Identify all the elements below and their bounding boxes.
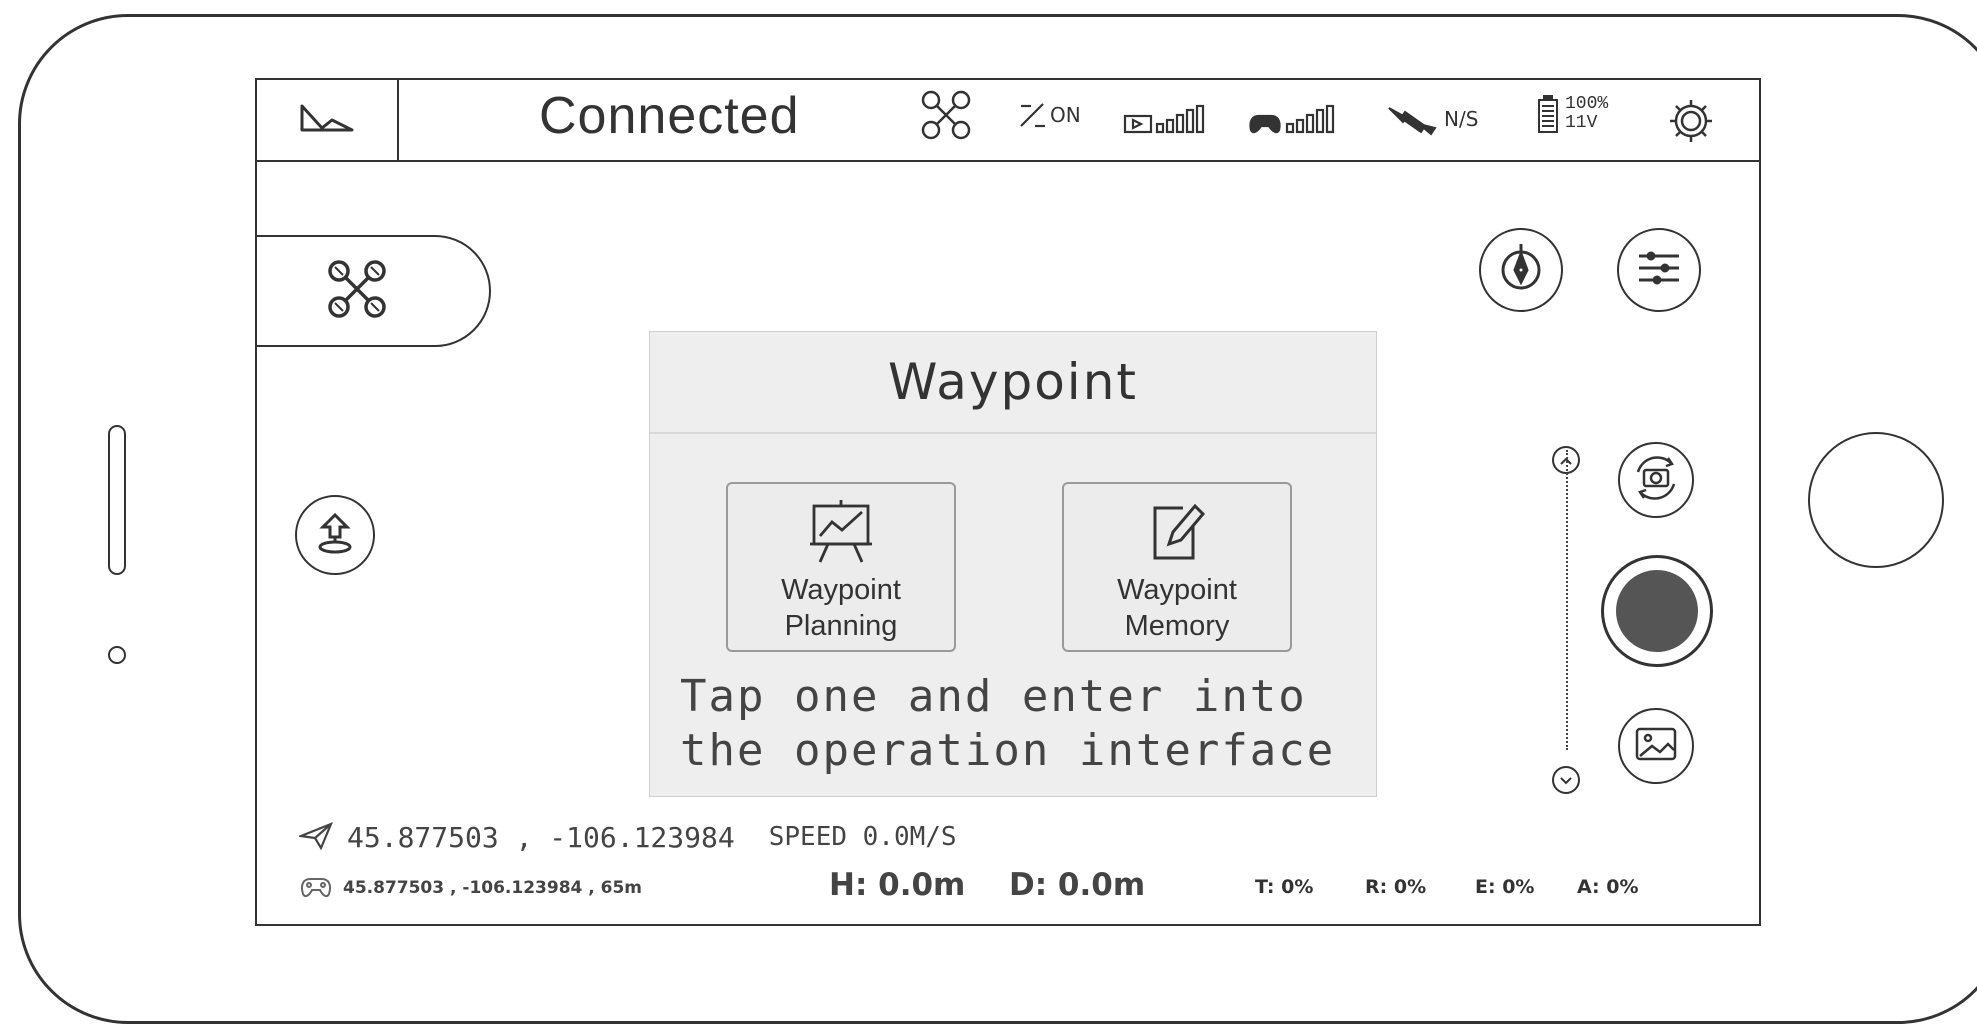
aircraft-telemetry: 45.877503 , -106.123984 SPEED 0.0M/S bbox=[296, 820, 957, 854]
throttle-readout: T: 0% bbox=[1255, 876, 1314, 898]
controller-telemetry: 45.877503 , -106.123984 , 65m bbox=[299, 874, 642, 902]
aircraft-location-icon bbox=[296, 820, 334, 854]
map-icon bbox=[296, 98, 358, 142]
gear-icon bbox=[1670, 100, 1712, 142]
controller-location-icon bbox=[299, 874, 333, 902]
gps-toggle[interactable]: ON bbox=[1017, 100, 1081, 130]
drone-icon bbox=[325, 257, 389, 325]
elevator-readout: E: 0% bbox=[1475, 876, 1535, 898]
aircraft-coordinates: 45.877503 , -106.123984 bbox=[347, 820, 735, 854]
top-status-bar: Connected ON N/S 100% 11V bbox=[257, 80, 1759, 162]
chevron-down-icon bbox=[1559, 771, 1573, 790]
zoom-out-button[interactable] bbox=[1552, 766, 1580, 794]
chart-easel-icon bbox=[806, 498, 876, 568]
flight-mode-tab[interactable] bbox=[257, 235, 491, 347]
camera-settings-button[interactable] bbox=[1617, 228, 1701, 312]
camera-switch-icon bbox=[1628, 450, 1684, 510]
battery-status: 100% 11V bbox=[1537, 94, 1608, 134]
image-icon bbox=[1634, 724, 1678, 768]
gallery-button[interactable] bbox=[1618, 708, 1694, 784]
record-button[interactable] bbox=[1601, 555, 1713, 667]
connection-status: Connected bbox=[539, 87, 800, 145]
controller-coordinates: 45.877503 , -106.123984 , 65m bbox=[343, 878, 643, 898]
speed-readout: SPEED 0.0M/S bbox=[768, 822, 957, 852]
takeoff-icon bbox=[311, 509, 359, 561]
video-signal-icon bbox=[1123, 104, 1223, 136]
compass-button[interactable] bbox=[1479, 228, 1563, 312]
controller-signal-icon bbox=[1247, 104, 1347, 136]
battery-icon bbox=[1538, 95, 1558, 133]
satellite-icon bbox=[1388, 107, 1437, 136]
speaker-slot bbox=[108, 425, 126, 575]
gnss-status: N/S bbox=[1385, 102, 1478, 136]
record-dot bbox=[1616, 570, 1698, 652]
zoom-slider[interactable] bbox=[1566, 450, 1568, 750]
home-button[interactable] bbox=[1808, 432, 1944, 568]
distance-readout: D: 0.0m bbox=[1009, 867, 1146, 903]
dialog-title: Waypoint bbox=[650, 332, 1376, 434]
aileron-readout: A: 0% bbox=[1577, 876, 1639, 898]
waypoint-dialog: Waypoint Waypoint Planning Waypoint Memo… bbox=[649, 331, 1377, 797]
dialog-hint: Tap one and enter into the operation int… bbox=[680, 671, 1336, 776]
camera-mode-button[interactable] bbox=[1618, 442, 1694, 518]
compass-icon bbox=[1495, 242, 1547, 298]
gps-off-icon bbox=[1020, 103, 1045, 128]
waypoint-planning-button[interactable]: Waypoint Planning bbox=[726, 482, 956, 652]
map-button[interactable] bbox=[257, 80, 399, 160]
front-camera bbox=[108, 646, 126, 664]
settings-button[interactable] bbox=[1668, 98, 1714, 144]
edit-note-icon bbox=[1147, 498, 1207, 568]
height-readout: H: 0.0m bbox=[829, 867, 966, 903]
waypoint-memory-button[interactable]: Waypoint Memory bbox=[1062, 482, 1292, 652]
drone-status-icon bbox=[919, 88, 973, 142]
app-screen: Connected ON N/S 100% 11V Waypoint Waypo… bbox=[255, 78, 1761, 926]
takeoff-button[interactable] bbox=[295, 495, 375, 575]
sliders-icon bbox=[1635, 248, 1683, 292]
rudder-readout: R: 0% bbox=[1365, 876, 1427, 898]
